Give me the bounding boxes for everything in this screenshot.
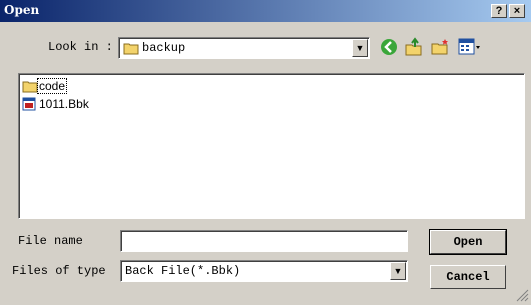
file-name: 1011.Bbk — [39, 97, 89, 111]
folder-icon — [22, 79, 38, 93]
close-button[interactable]: × — [509, 4, 525, 18]
cancel-button[interactable]: Cancel — [430, 265, 506, 289]
file-name-label: File name — [18, 234, 83, 248]
look-in-value: backup — [142, 41, 186, 55]
files-of-type-label: Files of type — [12, 264, 106, 278]
help-button[interactable]: ? — [491, 4, 507, 18]
file-name-input[interactable] — [120, 230, 408, 252]
files-of-type-dropdown-button[interactable]: ▼ — [390, 262, 406, 280]
folder-icon — [123, 41, 139, 58]
look-in-dropdown-button[interactable]: ▼ — [352, 39, 368, 57]
look-in-label: Look in : — [48, 40, 113, 54]
title-bar[interactable]: Open — [0, 0, 531, 22]
files-of-type-value: Back File(*.Bbk) — [125, 264, 241, 278]
folder-name: code — [36, 78, 68, 94]
look-in-dropdown[interactable]: backup ▼ — [118, 37, 370, 59]
window-title: Open — [4, 3, 40, 17]
view-menu-icon[interactable] — [458, 38, 484, 59]
file-icon — [22, 97, 38, 111]
list-item-file[interactable]: 1011.Bbk — [22, 95, 90, 113]
resize-grip-icon[interactable] — [515, 288, 529, 305]
files-of-type-dropdown[interactable]: Back File(*.Bbk) ▼ — [120, 260, 408, 282]
list-item-folder[interactable]: code — [22, 77, 90, 95]
open-button[interactable]: Open — [429, 229, 507, 255]
file-list[interactable]: code 1011.Bbk — [18, 73, 525, 219]
up-folder-icon[interactable] — [404, 37, 424, 60]
back-icon[interactable] — [380, 38, 398, 59]
new-folder-icon[interactable] — [430, 37, 450, 60]
